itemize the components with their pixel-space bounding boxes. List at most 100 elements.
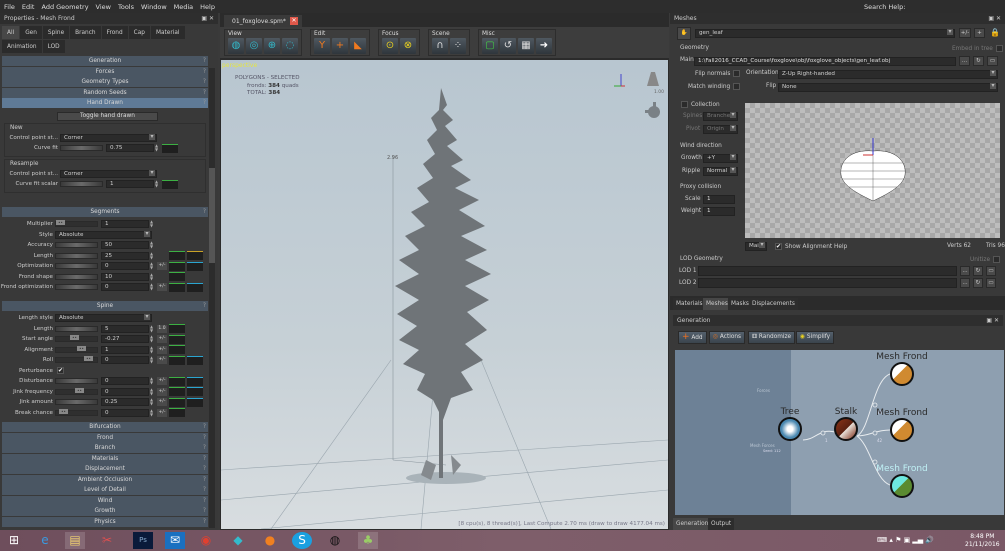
curve-editor-button[interactable] [169, 387, 185, 397]
spinner[interactable]: ▲ ▼ [150, 408, 155, 417]
menu-file[interactable]: File [4, 3, 15, 11]
toggle-hand-drawn-button[interactable]: Toggle hand drawn [57, 111, 158, 121]
curve-editor-button[interactable] [169, 334, 185, 344]
menu-help[interactable]: Help [200, 3, 215, 11]
lod2-reload-icon[interactable]: ↻ [973, 278, 983, 288]
particles-icon[interactable]: ⁘ [450, 38, 466, 54]
internet-explorer-icon[interactable]: e [35, 532, 55, 549]
accuracy-input[interactable]: 50 [101, 241, 149, 250]
lod1-reload-icon[interactable]: ↻ [973, 266, 983, 276]
section-bifurcation[interactable]: Bifurcation? [2, 422, 208, 432]
jink-frequency-variance-button[interactable]: +/- [157, 387, 167, 396]
spinner[interactable]: ▲ ▼ [150, 345, 155, 354]
help-icon[interactable]: ? [203, 506, 206, 516]
section-displacement[interactable]: Displacement? [2, 464, 208, 474]
curve-fit-scalar-slider[interactable] [60, 181, 103, 188]
windows-start-icon[interactable]: ⊞ [4, 532, 24, 549]
optimization-variance-button[interactable]: +/- [157, 262, 167, 271]
optimization-input[interactable]: 0 [101, 262, 149, 271]
mesh-select-dropdown[interactable]: gen_leaf [695, 29, 955, 38]
section-branch[interactable]: Branch? [2, 443, 208, 453]
zoom-icon[interactable]: ⊕ [264, 38, 280, 54]
help-icon[interactable]: ? [203, 485, 206, 495]
alignment-input[interactable]: 1 [101, 345, 149, 354]
weight-input[interactable]: 1 [703, 207, 735, 216]
roll-slider[interactable] [55, 356, 98, 364]
jink-frequency-input[interactable]: 0 [101, 387, 149, 396]
section-hand-drawn[interactable]: Hand Drawn? [2, 98, 208, 108]
scale-input[interactable]: 1 [703, 195, 735, 204]
help-icon[interactable]: ? [203, 77, 206, 87]
tab-generation[interactable]: Generation [673, 518, 712, 530]
section-materials[interactable]: Materials? [2, 453, 208, 464]
flip-normals-checkbox[interactable]: Flip normals [695, 70, 741, 77]
main-path-input[interactable]: 1:\Fall2016_CCAD_Course\foxglove\obj\fox… [694, 57, 956, 66]
help-icon[interactable]: ? [203, 454, 206, 464]
actions-button[interactable]: ◎ Actions [709, 331, 746, 344]
help-icon[interactable]: ? [203, 98, 206, 108]
multiplier-input[interactable]: 1 [101, 220, 149, 229]
jink-frequency-slider[interactable] [55, 387, 98, 395]
curve-editor-button[interactable] [169, 376, 185, 386]
curve-editor-button[interactable] [187, 261, 203, 271]
close-tab-icon[interactable]: ✕ [290, 17, 298, 25]
section-segments[interactable]: Segments? [2, 206, 208, 217]
start-angle-variance-button[interactable]: +/- [157, 335, 167, 344]
clock[interactable]: 8:48 PM 21/11/2016 [965, 533, 1000, 549]
lod2-path-input[interactable] [698, 278, 957, 288]
curve-editor-button[interactable] [187, 355, 203, 365]
tab-displacements[interactable]: Displacements [749, 298, 798, 310]
tab-branch[interactable]: Branch [70, 26, 101, 39]
tray-icons[interactable]: ⌨ ▴ ⚑ ▣ ▂▄ 🔊 [877, 536, 934, 544]
unitize-checkbox[interactable]: Unitize [970, 256, 1001, 263]
generation-graph[interactable]: 1 80 42 8 Seed: 112 Forces Mesh Forces T… [675, 350, 1004, 515]
menu-window[interactable]: Window [141, 3, 167, 11]
menu-tools[interactable]: Tools [118, 3, 134, 11]
curve-editor-button[interactable] [169, 251, 185, 261]
help-icon[interactable]: ? [203, 67, 206, 77]
section-forces[interactable]: Forces? [2, 66, 208, 77]
jink-amount-slider[interactable] [55, 399, 98, 406]
spinner[interactable]: ▲ ▼ [150, 324, 155, 333]
3d-viewport[interactable]: perspective POLYGONS - SELECTED fronds: … [221, 60, 668, 529]
open-file-icon[interactable]: ▭ [987, 56, 998, 66]
spinner[interactable]: ▲ ▼ [150, 335, 155, 343]
break-chance-input[interactable]: 0 [101, 408, 149, 417]
add-button[interactable]: + Add [678, 331, 707, 344]
curve-editor-button[interactable] [169, 397, 185, 407]
curve-editor-button[interactable] [187, 376, 203, 386]
help-icon[interactable]: ? [203, 496, 206, 506]
curve-editor-button[interactable] [169, 324, 185, 334]
focus-icon[interactable]: ⊙ [382, 38, 398, 54]
mesh-preview[interactable] [745, 103, 1000, 238]
light-icon[interactable] [647, 72, 659, 86]
curve-editor-button[interactable] [169, 261, 185, 271]
document-tab[interactable]: 01_foxglove.spm* ✕ [224, 15, 302, 27]
roll-input[interactable]: 0 [101, 356, 149, 365]
section-frond[interactable]: Frond? [2, 432, 208, 443]
pivot-dropdown[interactable]: Origin [703, 125, 738, 134]
start-angle-slider[interactable] [55, 335, 98, 343]
menu-view[interactable]: View [96, 3, 111, 11]
search-help-label[interactable]: Search Help: [864, 3, 905, 11]
move-icon[interactable]: + [332, 38, 348, 54]
target-icon[interactable]: ◌ [282, 38, 298, 54]
tab-meshes[interactable]: Meshes [703, 298, 731, 310]
frond-shape-slider[interactable] [55, 273, 98, 280]
tab-material[interactable]: Material [150, 26, 185, 39]
length-slider[interactable] [55, 325, 98, 332]
menu-add-geometry[interactable]: Add Geometry [41, 3, 88, 11]
curve-fit-slider[interactable] [60, 145, 103, 152]
curve-editor-button[interactable] [169, 355, 185, 365]
curve-editor-button[interactable] [162, 143, 178, 153]
curve-fit-input[interactable]: 0.75 [106, 144, 154, 153]
skype-icon[interactable]: S [292, 532, 312, 549]
spinner[interactable]: ▲ ▼ [150, 272, 155, 281]
file-explorer-icon[interactable]: ▤ [65, 532, 85, 549]
help-icon[interactable]: ? [203, 517, 206, 527]
hand-leaf-icon[interactable]: ✋ [677, 27, 691, 40]
screenshot-icon[interactable]: ▦ [518, 38, 534, 54]
help-icon[interactable]: ? [203, 464, 206, 474]
float-close-icon[interactable]: ▣ ✕ [201, 15, 214, 22]
alignment-variance-button[interactable]: +/- [157, 345, 167, 354]
